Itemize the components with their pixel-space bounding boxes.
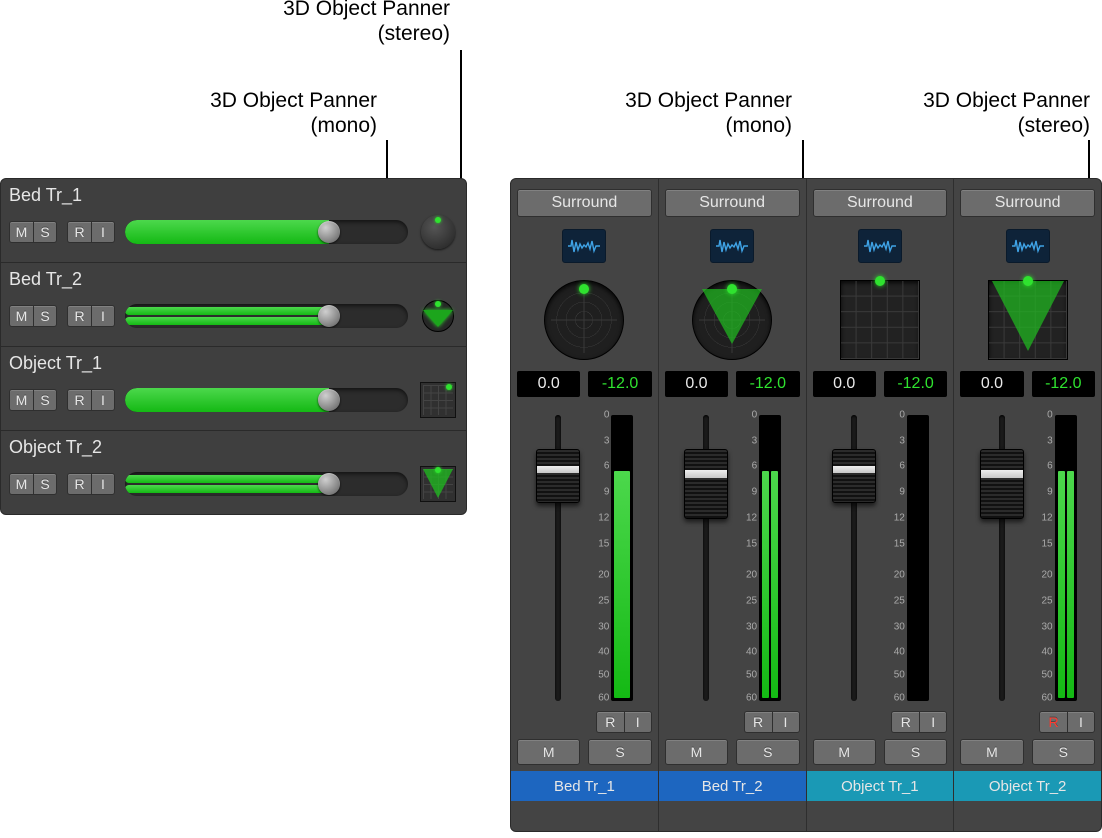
level-meter [1055,415,1077,701]
db-scale: 03691215202530405060 [583,415,609,701]
gain-readout[interactable]: -12.0 [1032,371,1095,397]
input-monitor-button[interactable]: I [919,711,947,733]
pan-control[interactable] [545,281,623,359]
i-button[interactable]: I [91,473,115,495]
record-enable-button[interactable]: R [891,711,919,733]
db-scale: 03691215202530405060 [879,415,905,701]
mute-button[interactable]: M [517,739,580,765]
mute-button[interactable]: M [960,739,1023,765]
input-monitor-button[interactable]: I [772,711,800,733]
volume-slider[interactable] [125,304,408,328]
track-row[interactable]: Object Tr_2 MSRI [1,430,466,514]
channel-strip: Surround 0.0 -12.0 03691215202530405060 RI MS… [953,179,1101,831]
s-button[interactable]: S [33,389,57,411]
input-monitor-button[interactable]: I [1067,711,1095,733]
waveform-icon[interactable] [710,229,754,263]
solo-button[interactable]: S [588,739,651,765]
volume-slider[interactable] [125,388,408,412]
callout-label: 3D Object Panner (stereo) [790,88,1090,138]
channel-strip: Surround 0.0 -12.0 03691215202530405060 RI MS… [806,179,954,831]
level-meter [759,415,781,701]
solo-button[interactable]: S [1032,739,1095,765]
track-row[interactable]: Bed Tr_2 MSRI [1,262,466,346]
track-name: Bed Tr_1 [9,185,458,206]
input-monitor-button[interactable]: I [624,711,652,733]
pan-control[interactable] [989,281,1067,359]
db-scale: 03691215202530405060 [1027,415,1053,701]
output-selector[interactable]: Surround [960,189,1095,217]
pan-readout[interactable]: 0.0 [960,371,1023,397]
db-scale: 03691215202530405060 [731,415,757,701]
volume-fader[interactable] [831,415,877,701]
output-selector[interactable]: Surround [813,189,948,217]
r-button[interactable]: R [67,305,91,327]
record-enable-button[interactable]: R [596,711,624,733]
track-name: Object Tr_2 [9,437,458,458]
mixer-panel: Surround0.0-12.003691215202530405060RIMS… [510,178,1102,832]
gain-readout[interactable]: -12.0 [884,371,947,397]
output-selector[interactable]: Surround [517,189,652,217]
pan-readout[interactable]: 0.0 [517,371,580,397]
m-button[interactable]: M [9,305,33,327]
record-enable-button[interactable]: R [744,711,772,733]
i-button[interactable]: I [91,221,115,243]
solo-button[interactable]: S [884,739,947,765]
pan-readout[interactable]: 0.0 [813,371,876,397]
volume-slider[interactable] [125,472,408,496]
s-button[interactable]: S [33,221,57,243]
s-button[interactable]: S [33,473,57,495]
channel-name[interactable]: Bed Tr_1 [511,771,658,801]
channel-strip: Surround 0.0 -12.0 03691215202530405060 RI MS… [511,179,658,831]
mute-button[interactable]: M [813,739,876,765]
waveform-icon[interactable] [1006,229,1050,263]
pan-control[interactable] [418,296,458,336]
channel-strip: Surround 0.0 -12.0 03691215202530405060 RI MS… [658,179,806,831]
pan-control[interactable] [418,212,458,252]
channel-name[interactable]: Object Tr_1 [807,771,954,801]
m-button[interactable]: M [9,221,33,243]
gain-readout[interactable]: -12.0 [736,371,799,397]
pan-control[interactable] [693,281,771,359]
m-button[interactable]: M [9,389,33,411]
level-meter [907,415,929,701]
volume-fader[interactable] [683,415,729,701]
callout-label: 3D Object Panner (mono) [0,88,377,138]
m-button[interactable]: M [9,473,33,495]
channel-name[interactable]: Object Tr_2 [954,771,1101,801]
volume-fader[interactable] [535,415,581,701]
callout-label: 3D Object Panner (mono) [512,88,792,138]
volume-slider[interactable] [125,220,408,244]
callout-label: 3D Object Panner (stereo) [0,0,450,46]
solo-button[interactable]: S [736,739,799,765]
track-name: Object Tr_1 [9,353,458,374]
s-button[interactable]: S [33,305,57,327]
channel-name[interactable]: Bed Tr_2 [659,771,806,801]
waveform-icon[interactable] [858,229,902,263]
record-enable-button[interactable]: R [1039,711,1067,733]
pan-control[interactable] [418,464,458,504]
track-row[interactable]: Bed Tr_1 MSRI [1,179,466,262]
i-button[interactable]: I [91,305,115,327]
waveform-icon[interactable] [562,229,606,263]
r-button[interactable]: R [67,221,91,243]
r-button[interactable]: R [67,473,91,495]
level-meter [611,415,633,701]
track-row[interactable]: Object Tr_1 MSRI [1,346,466,430]
i-button[interactable]: I [91,389,115,411]
track-name: Bed Tr_2 [9,269,458,290]
volume-fader[interactable] [979,415,1025,701]
track-header-panel: Bed Tr_1MSRIBed Tr_2MSRIObject Tr_1MSRIO… [0,178,467,515]
mute-button[interactable]: M [665,739,728,765]
r-button[interactable]: R [67,389,91,411]
pan-readout[interactable]: 0.0 [665,371,728,397]
output-selector[interactable]: Surround [665,189,800,217]
pan-control[interactable] [841,281,919,359]
gain-readout[interactable]: -12.0 [588,371,651,397]
pan-control[interactable] [418,380,458,420]
